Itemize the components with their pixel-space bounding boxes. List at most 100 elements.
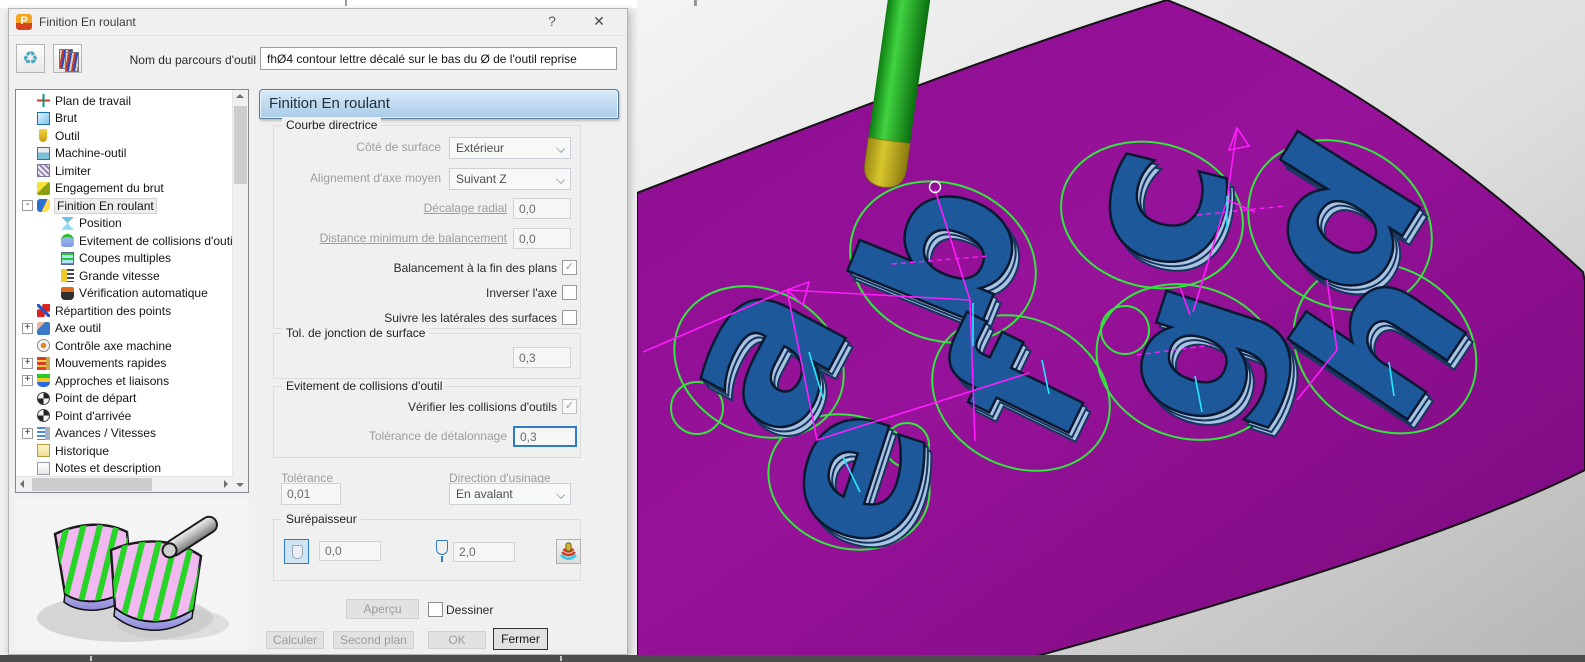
horizontal-scroll-thumb[interactable] [32, 478, 152, 491]
point-distribution-icon [37, 304, 50, 317]
tree-item-coupes-multiples[interactable]: Coupes multiples [16, 250, 234, 268]
component-thickness-button[interactable] [556, 539, 581, 564]
alignement-axe-select[interactable]: Suivant Z [449, 168, 571, 190]
tree-item-point-de-depart[interactable]: Point de départ [16, 390, 234, 408]
cote-de-surface-select[interactable]: Extérieur [449, 137, 571, 159]
expand-expander-icon[interactable]: + [22, 323, 33, 334]
inverser-axe-checkbox[interactable] [562, 285, 577, 300]
axial-tool-icon [436, 540, 448, 555]
tree-item-plan-de-travail[interactable]: Plan de travail [16, 92, 234, 110]
strategy-preview-thumbnail [15, 498, 249, 650]
auto-check-icon [61, 287, 74, 300]
high-speed-icon [61, 269, 74, 282]
viewport-canvas[interactable]: .lx{fill:#a9c3e2;stroke:#16365e;stroke-w… [637, 0, 1585, 662]
alignement-axe-label: Alignement d'axe moyen [259, 171, 441, 185]
tree-item-controle-axe-machine[interactable]: Contrôle axe machine [16, 337, 234, 355]
stock-cube-icon [37, 112, 50, 125]
group-title: Evitement de collisions d'outil [282, 379, 446, 393]
vertical-scroll-thumb[interactable] [234, 106, 247, 184]
tree-item-approches-et-liaisons[interactable]: +Approches et liaisons [16, 372, 234, 390]
collapse-expander-icon[interactable]: - [22, 200, 33, 211]
end-point-icon [37, 409, 50, 422]
tree-item-mouvements-rapides[interactable]: +Mouvements rapides [16, 355, 234, 373]
tolerance-field[interactable] [281, 483, 341, 505]
expand-expander-icon[interactable]: + [22, 428, 33, 439]
feeds-speeds-icon [37, 427, 50, 440]
group-title: Tol. de jonction de surface [282, 326, 429, 340]
direction-usinage-select[interactable]: En avalant [449, 483, 571, 505]
tree-item-point-d-arrivee[interactable]: Point d'arrivée [16, 407, 234, 425]
bottom-bar-mark [560, 656, 562, 661]
expand-expander-icon[interactable]: + [22, 358, 33, 369]
calculer-button[interactable]: Calculer [266, 631, 324, 649]
tree-item-machine-outil[interactable]: Machine-outil [16, 145, 234, 163]
position-icon [61, 217, 74, 230]
suivre-laterales-checkbox[interactable] [562, 310, 577, 325]
tree-item-engagement-du-brut[interactable]: Engagement du brut [16, 180, 234, 198]
tree-item-limiter[interactable]: Limiter [16, 162, 234, 180]
radial-thickness-button[interactable] [284, 539, 309, 564]
settings-tree[interactable]: Plan de travail Brut Outil Machine-outil… [15, 89, 249, 493]
rapid-moves-icon [37, 357, 50, 370]
tree-item-evitement-collisions[interactable]: Evitement de collisions d'outil [16, 232, 234, 250]
history-icon [37, 444, 50, 457]
chevron-down-icon [556, 490, 565, 499]
tree-item-outil[interactable]: Outil [16, 127, 234, 145]
decalage-radial-link[interactable]: Décalage radial [327, 201, 507, 215]
group-title: Courbe directrice [282, 118, 381, 132]
tree-item-grande-vitesse[interactable]: Grande vitesse [16, 267, 234, 285]
multiple-cuts-icon [61, 252, 74, 265]
tool-profile-icon [292, 545, 303, 559]
tree-vertical-scrollbar[interactable] [232, 90, 248, 492]
tree-item-historique[interactable]: Historique [16, 442, 234, 460]
cote-de-surface-label: Côté de surface [259, 140, 441, 154]
tree-item-brut[interactable]: Brut [16, 110, 234, 128]
second-plan-button[interactable]: Second plan [333, 631, 414, 649]
axial-tool-tip-icon [441, 556, 443, 562]
tree-item-notes-et-description[interactable]: Notes et description [16, 460, 234, 478]
tree-item-position[interactable]: Position [16, 215, 234, 233]
scroll-right-icon[interactable] [218, 477, 233, 492]
scroll-down-icon[interactable] [233, 477, 248, 492]
background-window-edge [695, 0, 697, 6]
finition-en-roulant-dialog: P Finition En roulant ? ✕ ♻ Nom du parco… [8, 8, 628, 655]
radial-thickness-field[interactable] [319, 541, 381, 561]
distance-min-balancement-link[interactable]: Distance minimum de balancement [287, 231, 507, 245]
dialog-titlebar[interactable]: P Finition En roulant ? ✕ [9, 9, 627, 36]
chevron-down-icon [556, 144, 565, 153]
help-button[interactable]: ? [543, 13, 561, 29]
tree-item-finition-en-roulant[interactable]: -Finition En roulant [16, 197, 234, 215]
apercu-button[interactable]: Aperçu [346, 599, 419, 619]
verifier-collisions-checkbox[interactable] [562, 399, 577, 414]
tol-jonction-field[interactable] [513, 347, 571, 368]
work-plane-icon [37, 94, 50, 107]
close-button[interactable]: ✕ [589, 13, 609, 30]
ok-button[interactable]: OK [428, 631, 486, 649]
tolerance-detalonnage-field[interactable] [513, 426, 577, 447]
bottom-bar-mark [90, 656, 92, 661]
dessiner-label: Dessiner [446, 603, 493, 617]
balancement-fin-plans-checkbox[interactable] [562, 260, 577, 275]
tree-item-avances-vitesses[interactable]: +Avances / Vitesses [16, 425, 234, 443]
tree-rows: Plan de travail Brut Outil Machine-outil… [16, 92, 234, 477]
tool-icon [39, 129, 47, 142]
screen: .lx{fill:#a9c3e2;stroke:#16365e;stroke-w… [0, 0, 1585, 662]
tree-item-axe-outil[interactable]: +Axe outil [16, 320, 234, 338]
distance-min-balancement-field[interactable] [513, 228, 571, 249]
scroll-left-icon[interactable] [16, 477, 31, 492]
dessiner-checkbox[interactable] [428, 602, 443, 617]
expand-expander-icon[interactable]: + [22, 375, 33, 386]
axial-thickness-field[interactable] [453, 542, 515, 562]
toolpath-name-input[interactable] [260, 47, 617, 70]
viewport-3d[interactable]: .lx{fill:#a9c3e2;stroke:#16365e;stroke-w… [637, 0, 1585, 662]
tree-horizontal-scrollbar[interactable] [16, 476, 233, 492]
bottom-window-bar [0, 655, 1585, 662]
recycle-toolpath-button[interactable]: ♻ [16, 44, 45, 73]
group-title: Surépaisseur [282, 512, 361, 526]
scroll-up-icon[interactable] [233, 90, 248, 105]
tree-item-verification-automatique[interactable]: Vérification automatique [16, 285, 234, 303]
decalage-radial-field[interactable] [513, 198, 571, 219]
fermer-button[interactable]: Fermer [493, 628, 548, 650]
tree-item-repartition-des-points[interactable]: Répartition des points [16, 302, 234, 320]
background-window-strip [0, 0, 637, 8]
